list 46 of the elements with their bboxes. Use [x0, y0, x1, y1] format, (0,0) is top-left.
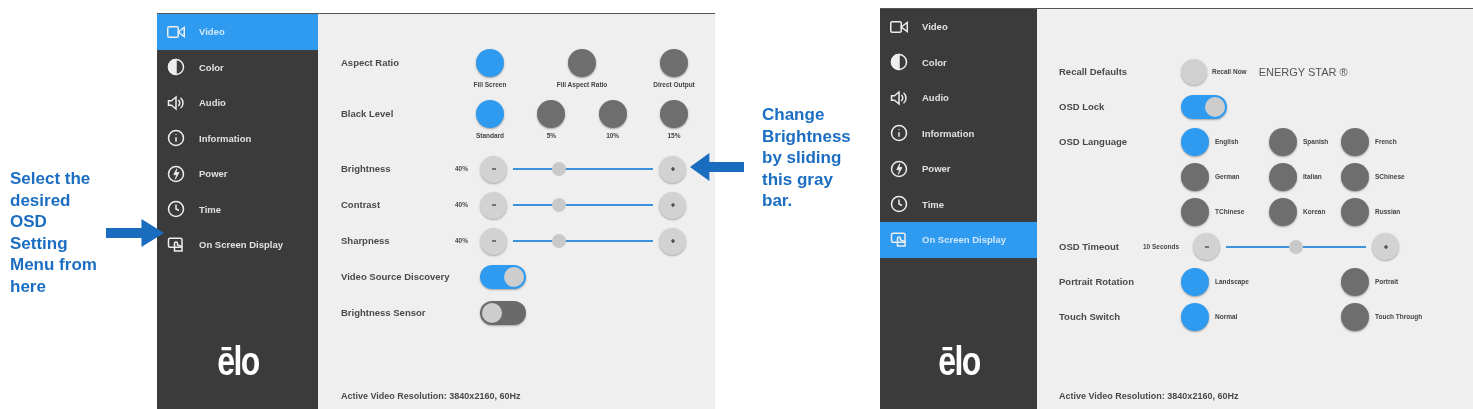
menu-item[interactable]: Information	[880, 115, 1037, 151]
brand-logo: ēlo	[937, 341, 980, 381]
menu-item[interactable]: Time	[157, 191, 318, 227]
menu-item[interactable]: Audio	[880, 80, 1037, 116]
menu-item[interactable]: Audio	[157, 85, 318, 121]
menu-item[interactable]: Power	[880, 151, 1037, 187]
menu-item-label: Video	[199, 26, 225, 38]
menu-item-label: Power	[199, 168, 228, 180]
menu-item[interactable]: Color	[157, 49, 318, 85]
menu-item-label: Color	[922, 56, 947, 68]
menu-item-label: Information	[922, 127, 975, 139]
setting-label: Touch Switch	[1059, 310, 1122, 324]
menu-item[interactable]: On Screen Display	[157, 227, 318, 263]
setting-label: Sharpness	[341, 234, 391, 248]
menu-item[interactable]: Information	[157, 120, 318, 156]
menu-item-label: Time	[199, 203, 221, 215]
menu-item-label: Power	[922, 163, 951, 175]
instruction-text: Select the desired OSD Setting Menu from here	[10, 168, 98, 297]
energy-star-label: ENERGY STAR ®	[1258, 65, 1348, 78]
menu-item[interactable]: Video	[880, 9, 1037, 45]
resolution-text: Active Video Resolution: 3840x2160, 60Hz	[341, 391, 522, 401]
menu-item-label: On Screen Display	[199, 239, 283, 251]
setting-label: Brightness Sensor	[341, 306, 427, 320]
setting-label: OSD Lock	[1059, 100, 1106, 114]
brand-logo: ēlo	[216, 341, 259, 381]
menu-item-label: On Screen Display	[922, 234, 1006, 246]
menu-item[interactable]: Time	[880, 186, 1037, 222]
setting-label: OSD Language	[1059, 135, 1129, 149]
menu-item-label: Video	[922, 21, 948, 33]
menu-item-label: Time	[922, 198, 944, 210]
setting-label: OSD Timeout	[1059, 240, 1120, 254]
setting-label: Black Level	[341, 107, 395, 121]
menu-item-label: Audio	[199, 97, 226, 109]
menu-item-label: Information	[199, 132, 252, 144]
setting-label: Recall Defaults	[1059, 65, 1129, 79]
setting-label: Contrast	[341, 198, 382, 212]
menu-item-label: Audio	[922, 92, 949, 104]
resolution-text: Active Video Resolution: 3840x2160, 60Hz	[1059, 391, 1240, 401]
menu-item[interactable]: Color	[880, 44, 1037, 80]
setting-label: Portrait Rotation	[1059, 275, 1135, 289]
setting-label: Video Source Discovery	[341, 270, 451, 284]
setting-label: Brightness	[341, 162, 392, 176]
setting-label: Aspect Ratio	[341, 56, 401, 70]
menu-item-label: Color	[199, 61, 224, 73]
menu-item[interactable]: Power	[157, 156, 318, 192]
instruction-text: Change Brightness by sliding this gray bar.	[762, 104, 852, 212]
